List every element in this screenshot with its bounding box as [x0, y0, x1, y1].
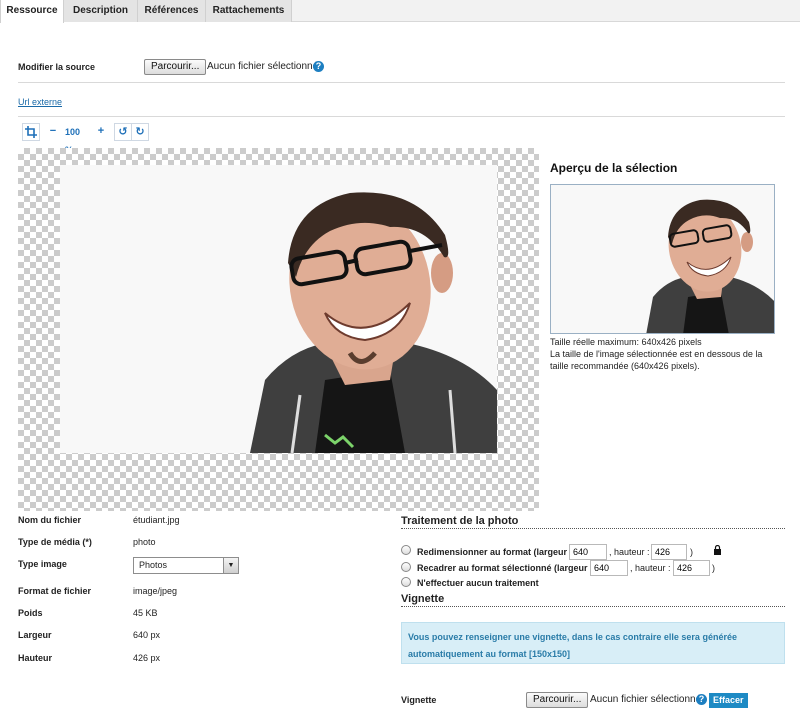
- tab-references[interactable]: Références: [138, 0, 206, 22]
- image-editor-canvas[interactable]: [18, 148, 539, 511]
- crop-radio[interactable]: [401, 562, 411, 572]
- zoom-out-button[interactable]: −: [44, 123, 62, 141]
- rotate-left-icon[interactable]: ↺: [114, 123, 132, 141]
- resize-close-paren: ): [690, 547, 693, 557]
- divider: [401, 528, 785, 529]
- crop-height-input[interactable]: [673, 560, 710, 576]
- source-browse-button[interactable]: Parcourir...: [144, 59, 207, 75]
- zoom-in-button[interactable]: +: [92, 123, 110, 141]
- resize-radio[interactable]: [401, 545, 411, 555]
- file-name-value: étudiant.jpg: [133, 515, 180, 525]
- source-photo: [60, 165, 497, 453]
- width-label: Largeur: [18, 630, 52, 640]
- vignette-clear-button[interactable]: Effacer: [709, 693, 748, 708]
- zoom-level: 100 %: [65, 127, 81, 155]
- weight-label: Poids: [18, 608, 43, 618]
- tab-bar: Ressource Description Références Rattach…: [0, 0, 800, 23]
- file-format-value: image/jpeg: [133, 586, 178, 596]
- tab-ressource[interactable]: Ressource: [0, 0, 64, 23]
- vignette-title: Vignette: [401, 593, 445, 605]
- crop-close-paren: ): [712, 563, 715, 573]
- vignette-info-box: Vous pouvez renseigner une vignette, dan…: [401, 622, 785, 664]
- rotate-right-icon[interactable]: ↻: [131, 123, 149, 141]
- preview-photo: [551, 185, 774, 333]
- resize-width-input[interactable]: [569, 544, 607, 560]
- resize-height-label: , hauteur :: [609, 547, 650, 557]
- vignette-info-line2: automatiquement au format [150x150]: [408, 649, 571, 659]
- image-type-selected: Photos: [139, 560, 168, 570]
- width-value: 640 px: [133, 630, 161, 640]
- processing-title: Traitement de la photo: [401, 515, 519, 527]
- image-type-label: Type image: [18, 559, 67, 569]
- tab-description[interactable]: Description: [64, 0, 138, 22]
- no-processing-radio[interactable]: [401, 577, 411, 587]
- vignette-label: Vignette: [401, 695, 437, 705]
- height-value: 426 px: [133, 653, 161, 663]
- no-processing-label: N'effectuer aucun traitement: [417, 578, 539, 588]
- image-type-select[interactable]: Photos ▼: [133, 557, 239, 574]
- divider: [401, 606, 785, 607]
- weight-value: 45 KB: [133, 608, 158, 618]
- media-type-value: photo: [133, 537, 156, 547]
- selection-preview: [550, 184, 775, 334]
- crop-width-input[interactable]: [590, 560, 628, 576]
- source-label: Modifier la source: [18, 62, 96, 72]
- preview-size-warning: La taille de l'image sélectionnée est en…: [550, 349, 763, 371]
- source-help-icon[interactable]: ?: [313, 61, 324, 72]
- vignette-info-line1: Vous pouvez renseigner une vignette, dan…: [408, 632, 737, 642]
- crop-label: Recadrer au format sélectionné (largeur …: [417, 563, 594, 573]
- tab-rattachements[interactable]: Rattachements: [206, 0, 292, 22]
- source-no-file-text: Aucun fichier sélectionné.: [207, 61, 321, 72]
- preview-title: Aperçu de la sélection: [550, 161, 678, 175]
- divider: [18, 116, 785, 117]
- file-name-label: Nom du fichier: [18, 515, 82, 525]
- portrait-photo: [60, 165, 497, 453]
- chevron-down-icon[interactable]: ▼: [223, 558, 238, 573]
- external-url-link[interactable]: Url externe: [18, 97, 62, 107]
- lock-icon[interactable]: [713, 544, 722, 558]
- divider: [18, 82, 785, 83]
- media-type-label: Type de média (*): [18, 537, 92, 547]
- crop-icon[interactable]: [22, 123, 40, 141]
- resize-height-input[interactable]: [651, 544, 687, 560]
- vignette-browse-button[interactable]: Parcourir...: [526, 692, 589, 708]
- height-label: Hauteur: [18, 653, 53, 663]
- vignette-no-file-text: Aucun fichier sélectionné.: [590, 694, 704, 705]
- crop-height-label: , hauteur :: [630, 563, 671, 573]
- preview-info: Taille réelle maximum: 640x426 pixels La…: [550, 336, 780, 372]
- resize-label: Redimensionner au format (largeur :: [417, 547, 573, 557]
- file-format-label: Format de fichier: [18, 586, 92, 596]
- preview-max-size: Taille réelle maximum: 640x426 pixels: [550, 337, 702, 347]
- vignette-help-icon[interactable]: ?: [696, 694, 707, 705]
